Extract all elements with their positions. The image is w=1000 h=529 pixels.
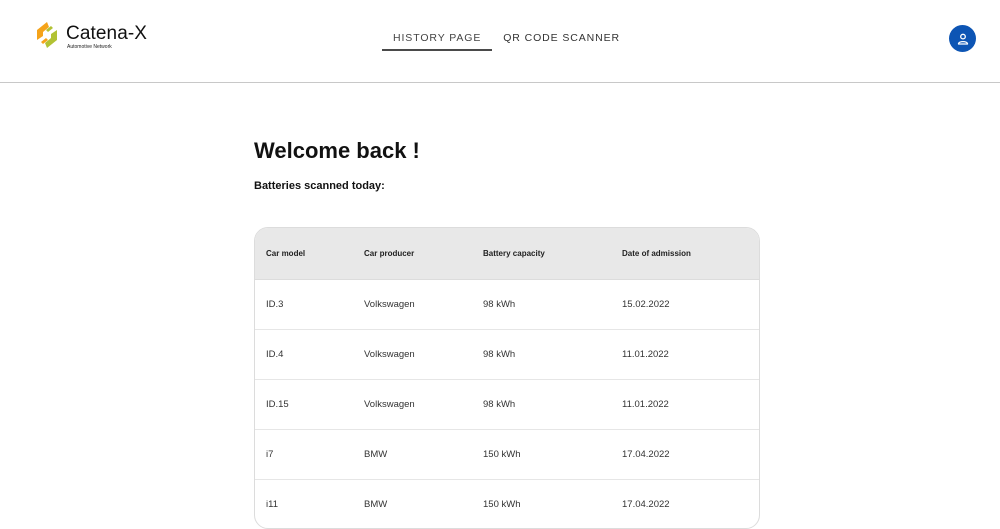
cell-date-of-admission: 15.02.2022	[611, 280, 759, 330]
cell-battery-capacity: 98 kWh	[472, 280, 611, 330]
page-title: Welcome back !	[254, 138, 420, 164]
cell-car-model: ID.15	[255, 380, 353, 430]
table-row[interactable]: i7 BMW 150 kWh 17.04.2022	[255, 430, 759, 480]
cell-date-of-admission: 11.01.2022	[611, 380, 759, 430]
table-row[interactable]: ID.4 Volkswagen 98 kWh 11.01.2022	[255, 330, 759, 380]
app-header: Catena-X Automotive Network HISTORY PAGE…	[0, 0, 1000, 83]
column-header-car-model: Car model	[255, 228, 353, 280]
brand-name: Catena-X	[66, 23, 147, 44]
brand-subtitle: Automotive Network	[67, 44, 147, 50]
cell-date-of-admission: 17.04.2022	[611, 480, 759, 529]
cell-date-of-admission: 11.01.2022	[611, 330, 759, 380]
cell-car-producer: BMW	[353, 480, 472, 529]
cell-battery-capacity: 98 kWh	[472, 330, 611, 380]
cell-car-producer: Volkswagen	[353, 330, 472, 380]
user-avatar-button[interactable]	[949, 25, 976, 52]
cell-battery-capacity: 150 kWh	[472, 430, 611, 480]
cell-car-model: i7	[255, 430, 353, 480]
catena-x-logo[interactable]: Catena-X Automotive Network	[33, 20, 147, 52]
table-row[interactable]: ID.15 Volkswagen 98 kWh 11.01.2022	[255, 380, 759, 430]
page-subtitle: Batteries scanned today:	[254, 180, 385, 192]
cell-battery-capacity: 150 kWh	[472, 480, 611, 529]
catena-x-logo-icon	[33, 20, 61, 50]
column-header-battery-capacity: Battery capacity	[472, 228, 611, 280]
main-nav: HISTORY PAGE QR CODE SCANNER	[382, 26, 631, 51]
cell-car-model: i11	[255, 480, 353, 529]
column-header-car-producer: Car producer	[353, 228, 472, 280]
cell-car-producer: Volkswagen	[353, 380, 472, 430]
column-header-date-of-admission: Date of admission	[611, 228, 759, 280]
cell-car-model: ID.3	[255, 280, 353, 330]
batteries-table: Car model Car producer Battery capacity …	[254, 227, 760, 529]
table-row[interactable]: i11 BMW 150 kWh 17.04.2022	[255, 480, 759, 529]
cell-car-producer: Volkswagen	[353, 280, 472, 330]
user-icon	[957, 33, 969, 45]
cell-car-producer: BMW	[353, 430, 472, 480]
cell-date-of-admission: 17.04.2022	[611, 430, 759, 480]
cell-car-model: ID.4	[255, 330, 353, 380]
table-row[interactable]: ID.3 Volkswagen 98 kWh 15.02.2022	[255, 280, 759, 330]
table-header-row: Car model Car producer Battery capacity …	[255, 228, 759, 280]
tab-qr-code-scanner[interactable]: QR CODE SCANNER	[492, 26, 631, 50]
tab-history-page[interactable]: HISTORY PAGE	[382, 26, 492, 51]
cell-battery-capacity: 98 kWh	[472, 380, 611, 430]
